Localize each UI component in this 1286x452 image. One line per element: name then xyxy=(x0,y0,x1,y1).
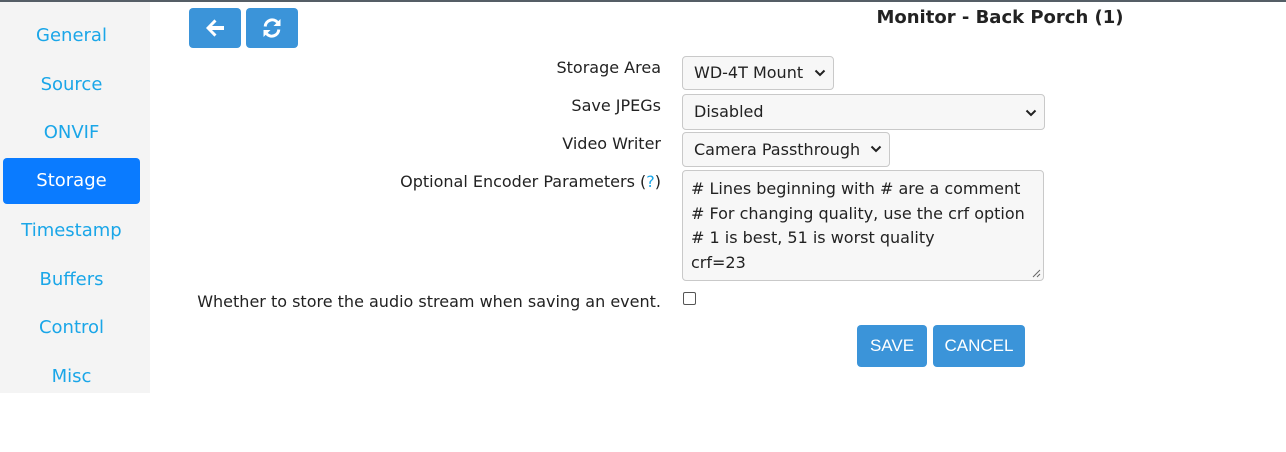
back-button[interactable] xyxy=(189,8,241,48)
store-audio-checkbox[interactable] xyxy=(683,292,696,305)
encoder-params-label: Optional Encoder Parameters (?) xyxy=(400,172,661,191)
video-writer-select[interactable]: Camera Passthrough xyxy=(682,132,890,167)
save-jpegs-label: Save JPEGs xyxy=(571,96,661,115)
storage-area-select[interactable]: WD-4T Mount xyxy=(682,56,834,90)
chevron-down-icon xyxy=(814,69,826,77)
arrow-left-icon xyxy=(206,19,224,37)
top-border xyxy=(0,0,1286,2)
video-writer-label: Video Writer xyxy=(562,134,661,153)
sidebar-item-storage[interactable]: Storage xyxy=(3,158,140,204)
page-title: Monitor - Back Porch (1) xyxy=(876,7,1124,28)
resize-grip-icon[interactable] xyxy=(1032,269,1041,278)
sidebar-item-onvif[interactable]: ONVIF xyxy=(3,110,140,156)
encoder-params-help-link[interactable]: ? xyxy=(646,172,655,191)
chevron-down-icon xyxy=(1025,109,1037,117)
video-writer-value: Camera Passthrough xyxy=(694,140,861,159)
sidebar-item-buffers[interactable]: Buffers xyxy=(3,257,140,303)
sidebar-item-misc[interactable]: Misc xyxy=(3,354,140,400)
save-button[interactable]: SAVE xyxy=(857,325,927,367)
refresh-button[interactable] xyxy=(246,8,298,48)
sidebar: General Source ONVIF Storage Timestamp B… xyxy=(0,2,150,393)
sidebar-item-control[interactable]: Control xyxy=(3,305,140,351)
encoder-params-textarea[interactable]: # Lines beginning with # are a comment #… xyxy=(682,170,1044,281)
encoder-params-line: # 1 is best, 51 is worst quality xyxy=(691,228,935,247)
sidebar-item-general[interactable]: General xyxy=(3,13,140,59)
cancel-button[interactable]: CANCEL xyxy=(933,325,1025,367)
save-jpegs-select[interactable]: Disabled xyxy=(682,94,1045,130)
encoder-params-line: # Lines beginning with # are a comment xyxy=(691,179,1021,198)
storage-area-value: WD-4T Mount xyxy=(694,63,804,82)
sidebar-item-timestamp[interactable]: Timestamp xyxy=(3,208,140,254)
sidebar-item-source[interactable]: Source xyxy=(3,62,140,108)
encoder-params-label-close: ) xyxy=(654,172,661,191)
store-audio-label: Whether to store the audio stream when s… xyxy=(197,292,661,311)
chevron-down-icon xyxy=(870,145,882,153)
storage-area-label: Storage Area xyxy=(556,58,661,77)
refresh-icon xyxy=(263,18,281,38)
encoder-params-label-text: Optional Encoder Parameters ( xyxy=(400,172,647,191)
save-jpegs-value: Disabled xyxy=(694,102,764,121)
encoder-params-line: # For changing quality, use the crf opti… xyxy=(691,203,1025,223)
encoder-params-line: crf=23 xyxy=(691,252,746,272)
